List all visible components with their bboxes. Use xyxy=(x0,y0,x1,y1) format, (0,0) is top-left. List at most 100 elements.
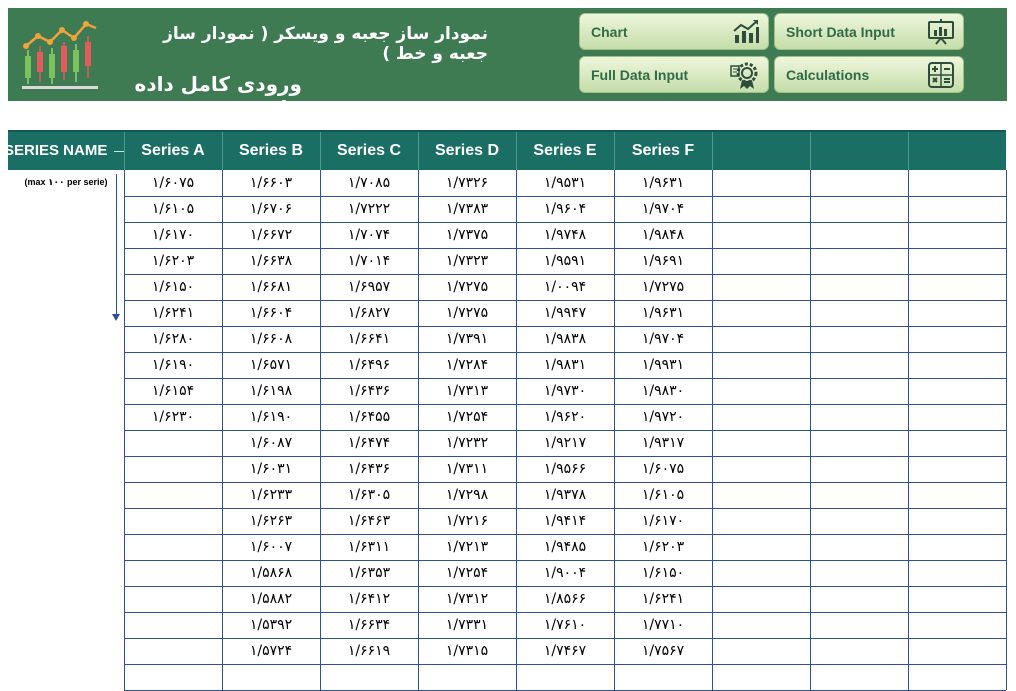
data-cell[interactable]: ۱/۹۹۳۱ xyxy=(614,352,712,378)
data-cell[interactable]: ۱/۶۶۰۳ xyxy=(222,170,320,196)
data-cell[interactable]: ۱/۹۷۳۰ xyxy=(516,378,614,404)
data-cell[interactable] xyxy=(124,664,222,690)
data-cell[interactable] xyxy=(810,404,908,430)
data-cell[interactable] xyxy=(712,196,810,222)
full-data-input-button[interactable]: Full Data Input xyxy=(579,56,769,93)
data-cell[interactable]: ۱/۷۵۶۷ xyxy=(614,638,712,664)
data-cell[interactable] xyxy=(124,612,222,638)
data-cell[interactable]: ۱/۶۴۹۶ xyxy=(320,352,418,378)
data-cell[interactable] xyxy=(908,378,1006,404)
data-cell[interactable]: ۱/۹۷۰۴ xyxy=(614,326,712,352)
data-cell[interactable] xyxy=(908,274,1006,300)
data-cell[interactable]: ۱/۷۰۱۴ xyxy=(320,248,418,274)
data-cell[interactable] xyxy=(712,586,810,612)
data-cell[interactable] xyxy=(810,482,908,508)
data-cell[interactable]: ۱/۷۳۱۳ xyxy=(418,378,516,404)
data-cell[interactable]: ۱/۶۱۷۰ xyxy=(124,222,222,248)
data-cell[interactable]: ۱/۶۰۸۷ xyxy=(222,430,320,456)
data-cell[interactable] xyxy=(712,638,810,664)
data-cell[interactable] xyxy=(810,274,908,300)
data-cell[interactable]: ۱/۶۰۷۵ xyxy=(124,170,222,196)
data-cell[interactable] xyxy=(712,222,810,248)
data-cell[interactable] xyxy=(908,664,1006,690)
data-cell[interactable]: ۱/۹۳۱۷ xyxy=(614,430,712,456)
data-cell[interactable]: ۱/۷۲۵۴ xyxy=(418,560,516,586)
data-cell[interactable]: ۱/۶۱۷۰ xyxy=(614,508,712,534)
data-cell[interactable]: ۱/۶۲۰۳ xyxy=(614,534,712,560)
data-cell[interactable]: ۱/۹۴۸۵ xyxy=(516,534,614,560)
data-cell[interactable]: ۱/۶۲۰۳ xyxy=(124,248,222,274)
data-cell[interactable]: ۱/۷۲۳۲ xyxy=(418,430,516,456)
data-cell[interactable]: ۱/۰۰۹۴ xyxy=(516,274,614,300)
data-cell[interactable] xyxy=(810,326,908,352)
data-cell[interactable]: ۱/۷۳۱۲ xyxy=(418,586,516,612)
data-cell[interactable]: ۱/۶۳۱۱ xyxy=(320,534,418,560)
data-cell[interactable]: ۱/۶۲۶۳ xyxy=(222,508,320,534)
data-cell[interactable] xyxy=(712,274,810,300)
data-cell[interactable]: ۱/۶۶۰۸ xyxy=(222,326,320,352)
data-cell[interactable] xyxy=(908,586,1006,612)
data-cell[interactable]: ۱/۶۲۳۰ xyxy=(124,404,222,430)
data-cell[interactable] xyxy=(712,482,810,508)
data-cell[interactable] xyxy=(810,534,908,560)
data-cell[interactable]: ۱/۹۵۹۱ xyxy=(516,248,614,274)
data-cell[interactable]: ۱/۹۸۴۸ xyxy=(614,222,712,248)
data-cell[interactable] xyxy=(908,612,1006,638)
data-cell[interactable]: ۱/۹۵۳۱ xyxy=(516,170,614,196)
data-cell[interactable] xyxy=(908,222,1006,248)
data-cell[interactable] xyxy=(810,430,908,456)
data-cell[interactable]: ۱/۶۴۱۲ xyxy=(320,586,418,612)
data-cell[interactable] xyxy=(908,352,1006,378)
data-cell[interactable]: ۱/۷۲۱۶ xyxy=(418,508,516,534)
data-cell[interactable] xyxy=(124,430,222,456)
data-cell[interactable] xyxy=(124,560,222,586)
data-cell[interactable]: ۱/۹۷۲۰ xyxy=(614,404,712,430)
data-cell[interactable]: ۱/۷۲۱۳ xyxy=(418,534,516,560)
data-cell[interactable] xyxy=(614,664,712,690)
data-cell[interactable] xyxy=(712,352,810,378)
data-cell[interactable] xyxy=(124,456,222,482)
data-cell[interactable] xyxy=(712,300,810,326)
data-cell[interactable] xyxy=(908,170,1006,196)
data-cell[interactable]: ۱/۸۵۶۶ xyxy=(516,586,614,612)
data-cell[interactable] xyxy=(810,560,908,586)
data-cell[interactable] xyxy=(124,638,222,664)
data-cell[interactable]: ۱/۶۰۰۷ xyxy=(222,534,320,560)
data-cell[interactable]: ۱/۷۲۵۴ xyxy=(418,404,516,430)
data-cell[interactable] xyxy=(908,430,1006,456)
data-cell[interactable]: ۱/۶۱۵۴ xyxy=(124,378,222,404)
data-cell[interactable]: ۱/۶۳۵۳ xyxy=(320,560,418,586)
data-cell[interactable] xyxy=(810,378,908,404)
data-cell[interactable]: ۱/۶۱۵۰ xyxy=(124,274,222,300)
data-cell[interactable]: ۱/۷۲۲۲ xyxy=(320,196,418,222)
data-cell[interactable]: ۱/۶۵۷۱ xyxy=(222,352,320,378)
data-cell[interactable] xyxy=(810,248,908,274)
data-cell[interactable]: ۱/۷۰۷۴ xyxy=(320,222,418,248)
data-cell[interactable] xyxy=(124,508,222,534)
data-cell[interactable] xyxy=(810,456,908,482)
data-cell[interactable]: ۱/۶۳۰۵ xyxy=(320,482,418,508)
calculations-button[interactable]: Calculations xyxy=(774,56,964,93)
data-cell[interactable]: ۱/۹۲۱۷ xyxy=(516,430,614,456)
data-cell[interactable] xyxy=(810,612,908,638)
data-cell[interactable] xyxy=(712,560,810,586)
data-cell[interactable] xyxy=(908,508,1006,534)
data-cell[interactable] xyxy=(516,664,614,690)
data-cell[interactable]: ۱/۹۶۹۱ xyxy=(614,248,712,274)
data-cell[interactable]: ۱/۹۹۴۷ xyxy=(516,300,614,326)
data-cell[interactable] xyxy=(908,638,1006,664)
data-cell[interactable]: ۱/۵۷۲۴ xyxy=(222,638,320,664)
data-cell[interactable] xyxy=(124,534,222,560)
data-cell[interactable] xyxy=(810,222,908,248)
data-cell[interactable] xyxy=(908,456,1006,482)
chart-button[interactable]: Chart xyxy=(579,13,769,50)
data-cell[interactable] xyxy=(712,378,810,404)
data-cell[interactable]: ۱/۵۸۶۸ xyxy=(222,560,320,586)
data-cell[interactable] xyxy=(124,586,222,612)
data-cell[interactable] xyxy=(712,248,810,274)
data-cell[interactable]: ۱/۶۰۷۵ xyxy=(614,456,712,482)
data-cell[interactable] xyxy=(418,664,516,690)
data-cell[interactable]: ۱/۷۲۸۴ xyxy=(418,352,516,378)
data-cell[interactable] xyxy=(712,456,810,482)
data-cell[interactable]: ۱/۶۱۹۰ xyxy=(124,352,222,378)
